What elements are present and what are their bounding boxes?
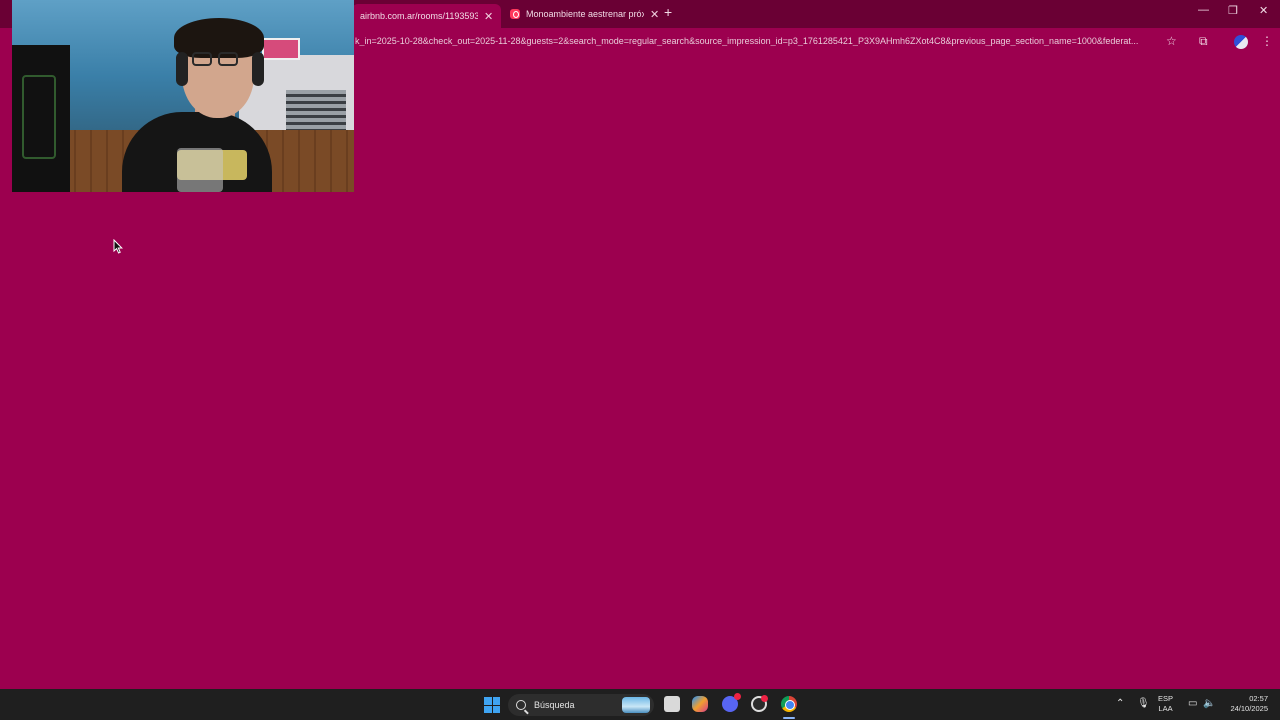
browser-menu-icon[interactable]: ⋮ [1261,34,1273,48]
notification-badge [761,695,768,702]
bookmark-star-icon[interactable]: ☆ [1166,34,1177,48]
discord-icon[interactable] [722,693,741,712]
language-indicator[interactable]: ESP LAA [1158,694,1173,714]
tab-close-icon[interactable]: ✕ [650,8,659,21]
network-icon[interactable]: ▭ [1188,698,1197,709]
language-code: ESP [1158,694,1174,703]
notification-badge [734,693,741,700]
microphone-icon[interactable]: 🎙 [1137,698,1150,709]
tab-monoambiente[interactable]: Monoambiente aestrenar próxi ✕ [502,3,667,25]
maximize-icon[interactable]: ❐ [1228,4,1238,17]
tab-title: airbnb.com.ar/rooms/1193593 [360,11,478,21]
page-content-blank [0,56,1280,689]
taskbar: Búsqueda ⌃ 🎙 ESP LAA ▭ 🔈 02:57 24/10/202… [0,689,1280,720]
tab-close-icon[interactable]: ✕ [484,10,493,23]
volume-icon[interactable]: 🔈 [1203,698,1215,709]
clock-time: 02:57 [1249,694,1268,703]
airbnb-favicon-icon [510,9,520,19]
mouse-cursor-icon [113,238,123,259]
profile-avatar-icon[interactable] [1234,35,1248,49]
tab-title: Monoambiente aestrenar próxi [526,9,644,19]
taskbar-search[interactable]: Búsqueda [508,694,654,716]
task-view-icon[interactable] [664,696,680,712]
tray-chevron-icon[interactable]: ⌃ [1116,698,1124,709]
chrome-icon[interactable] [781,696,797,712]
clock-date: 24/10/2025 [1230,704,1268,713]
active-app-indicator [783,717,795,719]
taskbar-clock[interactable]: 02:57 24/10/2025 [1222,694,1268,714]
window-close-icon[interactable]: ✕ [1259,4,1268,17]
search-highlight-art-icon [622,697,650,713]
new-tab-icon[interactable]: + [664,4,672,20]
steam-icon[interactable] [751,695,768,712]
taskbar-search-label: Búsqueda [534,700,575,710]
windows-start-icon[interactable] [484,697,500,713]
extensions-icon[interactable]: ⧉ [1199,34,1208,49]
copilot-icon[interactable] [692,696,708,712]
tab-airbnb-rooms[interactable]: airbnb.com.ar/rooms/1193593 ✕ [352,4,502,28]
search-icon [516,700,526,710]
minimize-icon[interactable]: — [1198,4,1209,16]
address-bar-url[interactable]: k_in=2025-10-28&check_out=2025-11-28&gue… [355,36,1160,46]
language-region: LAA [1158,704,1173,713]
